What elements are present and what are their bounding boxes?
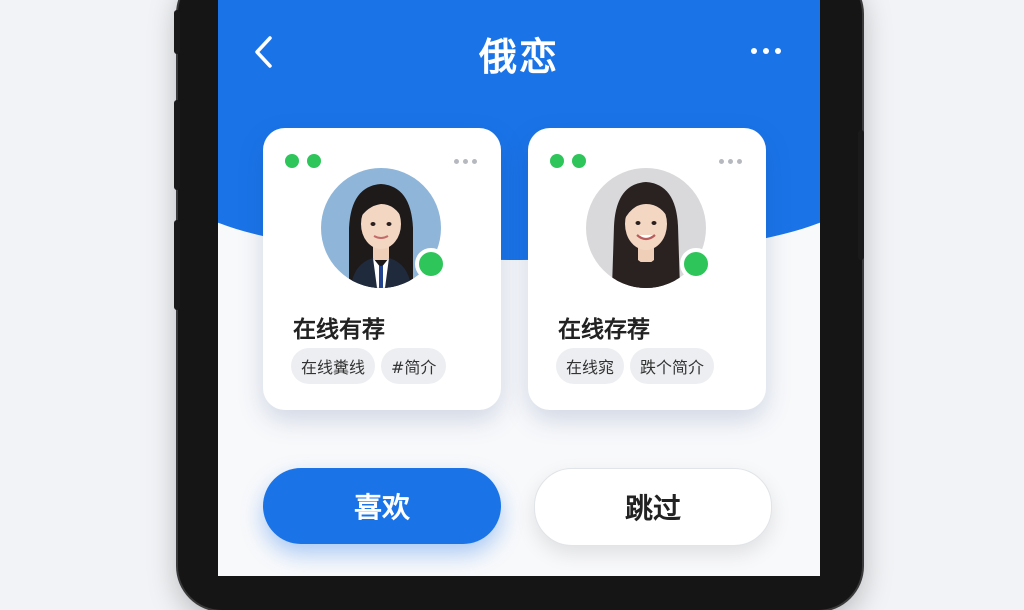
profile-card[interactable]: 在线有荐 在线糞线 #简介 xyxy=(263,128,501,410)
online-indicator xyxy=(680,248,712,280)
more-horizontal-icon xyxy=(472,159,477,164)
tag-chip[interactable]: 在线糞线 xyxy=(291,348,376,384)
tag-list: 在线糞线 #简介 xyxy=(291,348,447,384)
status-dot-icon xyxy=(285,154,299,168)
more-button[interactable] xyxy=(744,36,788,66)
online-indicator xyxy=(415,248,447,280)
more-horizontal-icon xyxy=(751,48,757,54)
top-bar: 俄恋 xyxy=(218,20,820,84)
skip-button[interactable]: 跳过 xyxy=(534,468,772,546)
profile-name: 在线存荐 xyxy=(558,317,650,343)
app-screen: 俄恋 在线有荐 在线糞线 #简介 在线存荐 在线窕 跌个简介 喜欢 跳过 xyxy=(218,0,820,576)
window-dots xyxy=(550,154,586,168)
more-horizontal-icon xyxy=(454,159,459,164)
window-dots xyxy=(285,154,321,168)
tag-list: 在线窕 跌个简介 xyxy=(556,348,715,384)
phone-side-button xyxy=(174,100,180,190)
card-menu-button[interactable] xyxy=(719,159,742,164)
more-horizontal-icon xyxy=(775,48,781,54)
page-title: 俄恋 xyxy=(478,35,559,79)
profile-name: 在线有荐 xyxy=(293,317,385,343)
tag-chip[interactable]: 在线窕 xyxy=(556,348,625,384)
like-button[interactable]: 喜欢 xyxy=(263,468,501,544)
more-horizontal-icon xyxy=(763,48,769,54)
more-horizontal-icon xyxy=(719,159,724,164)
phone-side-button xyxy=(174,220,180,310)
card-menu-button[interactable] xyxy=(454,159,477,164)
phone-side-button xyxy=(174,10,180,54)
tag-chip[interactable]: #简介 xyxy=(381,348,447,384)
more-horizontal-icon xyxy=(463,159,468,164)
avatar[interactable] xyxy=(321,168,447,288)
more-horizontal-icon xyxy=(728,159,733,164)
status-dot-icon xyxy=(307,154,321,168)
more-horizontal-icon xyxy=(737,159,742,164)
status-dot-icon xyxy=(572,154,586,168)
profile-card[interactable]: 在线存荐 在线窕 跌个简介 xyxy=(528,128,766,410)
avatar[interactable] xyxy=(586,168,712,288)
tag-chip[interactable]: 跌个简介 xyxy=(630,348,715,384)
phone-side-button xyxy=(858,130,864,260)
status-dot-icon xyxy=(550,154,564,168)
